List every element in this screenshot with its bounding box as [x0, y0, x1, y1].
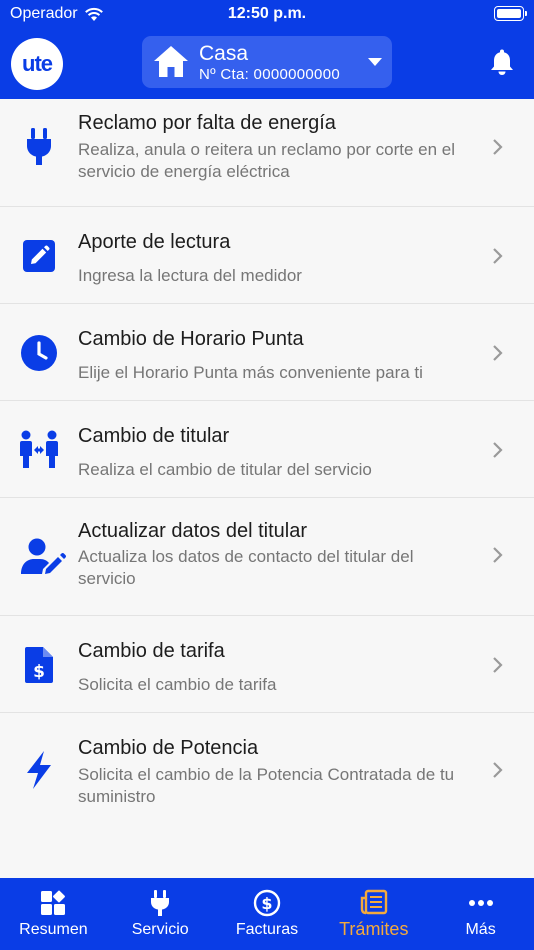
chevron-right-icon — [493, 547, 503, 563]
svg-text:$: $ — [261, 894, 272, 913]
tab-label: Servicio — [131, 921, 189, 938]
item-title: Cambio de titular — [78, 425, 230, 447]
tab-servicio[interactable]: Servicio — [107, 878, 214, 950]
item-description: Realiza, anula o reitera un reclamo por … — [78, 140, 456, 181]
people-swap-icon — [18, 429, 60, 471]
list-item-cambio-potencia[interactable]: Cambio de Potencia Solicita el cambio de… — [0, 713, 534, 833]
item-title: Cambio de tarifa — [78, 640, 225, 662]
tab-label: Trámites — [339, 919, 409, 939]
list-item-aporte-lectura[interactable]: Aporte de lectura Ingresa la lectura del… — [0, 207, 534, 304]
invoice-dollar-icon: $ — [18, 644, 60, 686]
tab-facturas[interactable]: $ Facturas — [214, 878, 321, 950]
list-item-reclamo-energia[interactable]: Reclamo por falta de energía Realiza, an… — [0, 99, 534, 207]
tramites-list: Reclamo por falta de energía Realiza, an… — [0, 99, 534, 833]
item-description: Realiza el cambio de titular del servici… — [78, 460, 372, 479]
lightning-icon — [18, 749, 60, 791]
clock-icon — [18, 332, 60, 374]
chevron-right-icon — [493, 248, 503, 264]
chevron-down-icon — [368, 58, 382, 66]
item-description: Actualiza los datos de contacto del titu… — [78, 547, 414, 588]
item-title: Cambio de Potencia — [78, 737, 259, 759]
item-description: Elije el Horario Punta más conveniente p… — [78, 363, 423, 382]
dashboard-icon — [38, 888, 68, 918]
tab-tramites[interactable]: Trámites — [320, 878, 427, 950]
item-title: Cambio de Horario Punta — [78, 328, 304, 350]
item-description: Solicita el cambio de tarifa — [78, 675, 277, 694]
status-time: 12:50 p.m. — [227, 5, 307, 22]
user-edit-icon — [20, 536, 68, 578]
item-description: Ingresa la lectura del medidor — [78, 266, 302, 285]
svg-text:$: $ — [33, 662, 45, 682]
account-number: Nº Cta: 0000000000 — [199, 66, 340, 83]
chevron-right-icon — [493, 762, 503, 778]
notifications-bell-icon[interactable] — [489, 48, 515, 76]
account-name: Casa — [199, 42, 249, 65]
list-item-horario-punta[interactable]: Cambio de Horario Punta Elije el Horario… — [0, 304, 534, 401]
house-icon — [154, 46, 188, 77]
more-dots-icon — [466, 888, 496, 918]
tab-label: Resumen — [19, 921, 88, 938]
battery-icon — [494, 6, 527, 21]
ute-logo: ute — [11, 38, 63, 90]
bottom-tab-bar: Resumen Servicio $ Facturas Trámites Más — [0, 878, 534, 950]
status-bar: Operador 12:50 p.m. — [0, 0, 534, 28]
edit-icon — [18, 235, 60, 277]
tab-mas[interactable]: Más — [427, 878, 534, 950]
list-item-cambio-tarifa[interactable]: $ Cambio de tarifa Solicita el cambio de… — [0, 616, 534, 713]
app-header: Operador 12:50 p.m. ute Casa Nº Cta: 000… — [0, 0, 534, 99]
list-item-cambio-titular[interactable]: Cambio de titular Realiza el cambio de t… — [0, 401, 534, 498]
item-title: Aporte de lectura — [78, 231, 231, 253]
account-selector[interactable]: Casa Nº Cta: 0000000000 — [142, 36, 392, 88]
chevron-right-icon — [493, 139, 503, 155]
chevron-right-icon — [493, 442, 503, 458]
chevron-right-icon — [493, 657, 503, 673]
item-description: Solicita el cambio de la Potencia Contra… — [78, 765, 455, 806]
tab-label: Más — [465, 921, 496, 938]
item-title: Reclamo por falta de energía — [78, 112, 336, 134]
item-title: Actualizar datos del titular — [78, 520, 308, 542]
newspaper-icon — [359, 888, 389, 918]
plug-icon — [18, 126, 60, 168]
tab-label: Facturas — [235, 921, 299, 938]
plug-icon — [145, 888, 175, 918]
list-item-actualizar-datos[interactable]: Actualizar datos del titular Actualiza l… — [0, 498, 534, 616]
dollar-circle-icon: $ — [252, 888, 282, 918]
chevron-right-icon — [493, 345, 503, 361]
tab-resumen[interactable]: Resumen — [0, 878, 107, 950]
